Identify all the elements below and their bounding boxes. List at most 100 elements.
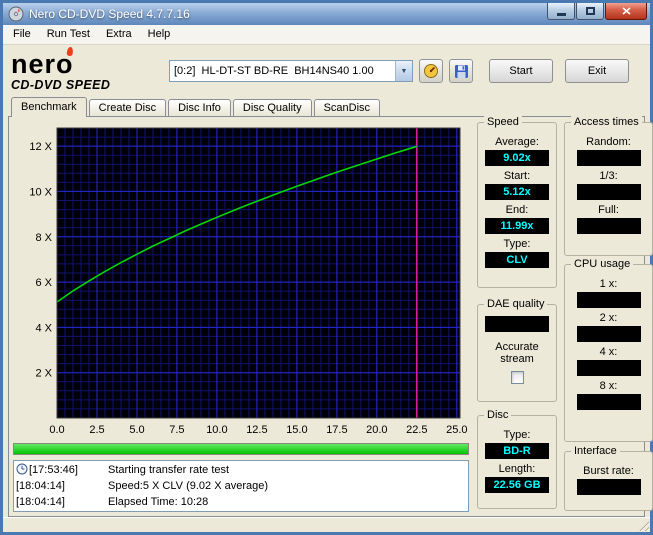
window-title: Nero CD-DVD Speed 4.7.7.16 xyxy=(29,7,190,21)
field-label: 8 x: xyxy=(599,380,618,392)
tab-create-disc[interactable]: Create Disc xyxy=(88,99,167,116)
cpu-1x-value xyxy=(576,292,641,308)
log-entry[interactable]: [17:53:46] Starting transfer rate test xyxy=(16,462,466,478)
log-time: [17:53:46] xyxy=(29,464,78,476)
toolbar: nero CD-DVD SPEED [0:2] HL-DT-ST BD-RE B… xyxy=(3,45,650,97)
close-button[interactable] xyxy=(605,3,647,20)
svg-text:2.5: 2.5 xyxy=(89,424,104,436)
close-icon xyxy=(621,7,631,15)
field-label: End: xyxy=(505,204,529,216)
save-icon xyxy=(454,64,468,78)
menu-extra[interactable]: Extra xyxy=(98,25,140,44)
field-label: 1 x: xyxy=(599,278,618,290)
field-label: Length: xyxy=(498,463,536,475)
tab-scandisc[interactable]: ScanDisc xyxy=(313,99,381,116)
svg-text:10.0: 10.0 xyxy=(206,424,227,436)
app-icon xyxy=(8,6,24,22)
titlebar[interactable]: Nero CD-DVD Speed 4.7.7.16 xyxy=(3,3,650,25)
maximize-icon xyxy=(585,7,595,15)
status-bar xyxy=(3,517,650,532)
log-text: Speed:5 X CLV (9.02 X average) xyxy=(108,480,269,492)
disc-length-value: 22.56 GB xyxy=(485,477,549,493)
dae-quality-value xyxy=(485,316,549,332)
log-entry[interactable]: [18:04:14] Elapsed Time: 10:28 xyxy=(16,494,466,510)
log-text: Elapsed Time: 10:28 xyxy=(108,496,209,508)
tab-strip: Benchmark Create Disc Disc Info Disc Qua… xyxy=(3,97,650,117)
menu-run-test[interactable]: Run Test xyxy=(39,25,98,44)
svg-text:8 X: 8 X xyxy=(35,232,52,244)
speed-options-button[interactable] xyxy=(419,59,443,83)
app-window: Nero CD-DVD Speed 4.7.7.16 File Run Test… xyxy=(0,0,653,535)
svg-text:5.0: 5.0 xyxy=(129,424,144,436)
resize-grip[interactable] xyxy=(637,519,649,531)
svg-text:22.5: 22.5 xyxy=(406,424,427,436)
chart-column: 0.0 2.5 5.0 7.5 10.0 12.5 15.0 17.5 20.0 22.5 25.0… xyxy=(13,122,469,512)
transfer-rate-chart-svg: 0.0 2.5 5.0 7.5 10.0 12.5 15.0 17.5 20.0 22.5 25.0… xyxy=(29,127,468,436)
panel-title: Access times xyxy=(571,116,642,129)
field-label: Random: xyxy=(586,136,631,148)
progress-fill xyxy=(14,444,468,454)
panel-speed: Speed Average: 9.02x Start: 5.12x End: 11.9… xyxy=(477,116,557,288)
menu-help[interactable]: Help xyxy=(140,25,179,44)
panel-disc: Disc Type: BD-R Length: 22.56 GB xyxy=(477,409,557,509)
exit-button[interactable]: Exit xyxy=(565,59,629,83)
cpu-2x-value xyxy=(576,326,641,342)
field-label: Burst rate: xyxy=(583,465,634,477)
log-text: Starting transfer rate test xyxy=(108,464,230,476)
end-speed-value: 11.99x xyxy=(485,218,549,234)
results-panels: Speed Average: 9.02x Start: 5.12x End: 11.9… xyxy=(477,116,653,512)
benchmark-tab-page: 0.0 2.5 5.0 7.5 10.0 12.5 15.0 17.5 20.0 22.5 25.0… xyxy=(8,116,653,517)
start-button[interactable]: Start xyxy=(489,59,553,83)
flame-icon xyxy=(65,46,74,57)
average-speed-value: 9.02x xyxy=(485,150,549,166)
log-entry[interactable]: [18:04:14] Speed:5 X CLV (9.02 X average) xyxy=(16,478,466,494)
svg-text:7.5: 7.5 xyxy=(169,424,184,436)
save-button[interactable] xyxy=(449,59,473,83)
svg-text:15.0: 15.0 xyxy=(286,424,307,436)
burst-rate-value xyxy=(576,479,641,495)
start-speed-value: 5.12x xyxy=(485,184,549,200)
field-label: Full: xyxy=(598,204,619,216)
cpu-8x-value xyxy=(576,394,641,410)
minimize-icon xyxy=(556,13,566,16)
chevron-down-icon[interactable]: ▼ xyxy=(395,61,412,81)
drive-select[interactable]: [0:2] HL-DT-ST BD-RE BH14NS40 1.00 ▼ xyxy=(169,60,413,82)
field-label: Start: xyxy=(503,170,531,182)
product-wordmark: CD-DVD SPEED xyxy=(11,77,111,92)
log-time: [18:04:14] xyxy=(16,496,65,508)
field-label: 1/3: xyxy=(599,170,618,182)
svg-text:17.5: 17.5 xyxy=(326,424,347,436)
panel-cpu-usage: CPU usage 1 x: 2 x: 4 x: 8 x: xyxy=(564,258,653,442)
svg-text:4 X: 4 X xyxy=(35,322,52,334)
tab-benchmark[interactable]: Benchmark xyxy=(11,97,87,117)
svg-text:0.0: 0.0 xyxy=(49,424,64,436)
minimize-button[interactable] xyxy=(547,3,575,20)
accurate-stream-checkbox[interactable] xyxy=(510,371,524,384)
speedometer-icon xyxy=(424,64,438,78)
tab-disc-info[interactable]: Disc Info xyxy=(168,99,231,116)
menu-file[interactable]: File xyxy=(5,25,39,44)
random-access-value xyxy=(576,150,641,166)
svg-text:25.0: 25.0 xyxy=(446,424,467,436)
panel-title: DAE quality xyxy=(484,298,548,311)
maximize-button[interactable] xyxy=(576,3,604,20)
nero-wordmark: nero xyxy=(11,46,74,78)
field-label: Type: xyxy=(503,238,531,250)
log-time: [18:04:14] xyxy=(16,480,65,492)
field-label: Average: xyxy=(495,136,539,148)
svg-text:6 X: 6 X xyxy=(35,277,52,289)
transfer-rate-chart: 0.0 2.5 5.0 7.5 10.0 12.5 15.0 17.5 20.0 22.5 25.0… xyxy=(13,122,469,438)
field-label: Type: xyxy=(503,429,531,441)
panel-title: Speed xyxy=(484,116,522,129)
tab-disc-quality[interactable]: Disc Quality xyxy=(232,99,312,116)
full-access-value xyxy=(576,218,641,234)
progress-bar xyxy=(13,443,469,455)
speed-type-value: CLV xyxy=(485,252,549,268)
window-controls xyxy=(547,3,647,20)
log-panel: [17:53:46] Starting transfer rate test [1… xyxy=(13,460,469,512)
panel-dae-quality: DAE quality Accurate stream xyxy=(477,298,557,402)
field-label: 4 x: xyxy=(599,346,618,358)
svg-text:20.0: 20.0 xyxy=(366,424,387,436)
panel-title: Interface xyxy=(571,445,620,458)
menubar: File Run Test Extra Help xyxy=(3,25,650,45)
